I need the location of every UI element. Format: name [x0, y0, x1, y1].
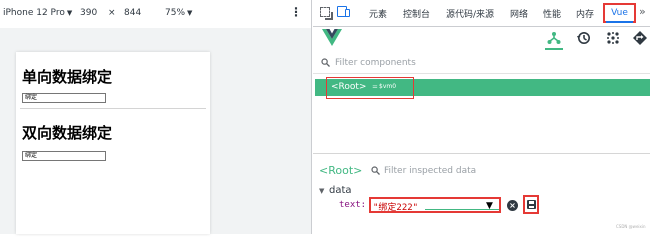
collapse-toggle-icon[interactable]: ▼: [319, 187, 324, 195]
tab-elements[interactable]: 元素: [369, 7, 387, 20]
search-icon: [371, 166, 380, 175]
dimension-separator: ×: [108, 8, 116, 18]
zoom-select[interactable]: 75% ▼: [165, 8, 192, 18]
inspected-component-label: <Root>: [319, 164, 363, 177]
inspector-header: <Root> Filter inspected data: [313, 156, 650, 182]
divider: [20, 108, 206, 109]
save-icon: [527, 200, 536, 209]
heading-one-way-binding: 单向数据绑定: [22, 68, 113, 86]
tab-vue[interactable]: Vue: [603, 3, 636, 23]
two-way-input[interactable]: 绑定: [22, 151, 106, 161]
devtools-tabbar: 元素 控制台 源代码/来源 网络 性能 内存 Vue »: [313, 0, 650, 27]
vue-devtools-header: [313, 28, 650, 50]
cancel-icon[interactable]: ×: [507, 200, 518, 211]
devtools-panel: 元素 控制台 源代码/来源 网络 性能 内存 Vue » Filter comp…: [313, 0, 650, 234]
filter-components-bar: Filter components: [313, 54, 650, 74]
device-select[interactable]: iPhone 12 Pro ▼: [3, 8, 72, 18]
more-options-icon[interactable]: ⋮: [290, 6, 302, 18]
vue-logo-icon: [322, 29, 342, 46]
more-tabs-icon[interactable]: »: [639, 5, 646, 18]
device-viewport: 单向数据绑定 绑定 双向数据绑定 绑定: [16, 52, 210, 234]
save-button[interactable]: [523, 195, 539, 214]
property-key: text:: [339, 200, 367, 210]
one-way-input[interactable]: 绑定: [22, 93, 106, 103]
chevron-down-icon[interactable]: ▼: [486, 201, 493, 211]
tab-console[interactable]: 控制台: [403, 7, 430, 20]
chevron-down-icon: ▼: [66, 9, 73, 17]
zoom-value: 75%: [165, 8, 186, 18]
device-toolbar: iPhone 12 Pro ▼ 390 × 844 75% ▼ ⋮: [0, 0, 311, 28]
filter-components-input[interactable]: Filter components: [335, 58, 416, 68]
tab-performance[interactable]: 性能: [543, 7, 561, 20]
highlight-box-root: [326, 77, 414, 99]
data-section-label: data: [329, 185, 352, 196]
active-view-indicator: [545, 48, 563, 50]
device-height-field[interactable]: 844: [124, 8, 141, 18]
tab-memory[interactable]: 内存: [576, 7, 594, 20]
pane-divider[interactable]: [313, 153, 650, 154]
device-name: iPhone 12 Pro: [3, 8, 65, 18]
tab-network[interactable]: 网络: [510, 7, 528, 20]
device-toggle-icon[interactable]: [337, 6, 351, 18]
vuex-icon[interactable]: [606, 31, 620, 45]
events-icon[interactable]: [633, 31, 647, 45]
property-value: "绑定222": [373, 203, 419, 213]
inspect-icon[interactable]: [320, 7, 333, 20]
chevron-down-icon: ▼: [187, 9, 193, 17]
tab-sources[interactable]: 源代码/来源: [446, 7, 494, 20]
property-value-editor[interactable]: "绑定222": [369, 197, 501, 213]
search-icon: [321, 58, 330, 67]
history-icon[interactable]: [577, 31, 591, 45]
heading-two-way-binding: 双向数据绑定: [22, 124, 113, 142]
device-emulation-pane: iPhone 12 Pro ▼ 390 × 844 75% ▼ ⋮ 单向数据绑定…: [0, 0, 312, 234]
device-width-field[interactable]: 390: [80, 8, 97, 18]
components-tree-icon[interactable]: [547, 31, 561, 45]
watermark: CSDN @weixin: [616, 224, 646, 229]
filter-inspected-input[interactable]: Filter inspected data: [384, 166, 476, 176]
